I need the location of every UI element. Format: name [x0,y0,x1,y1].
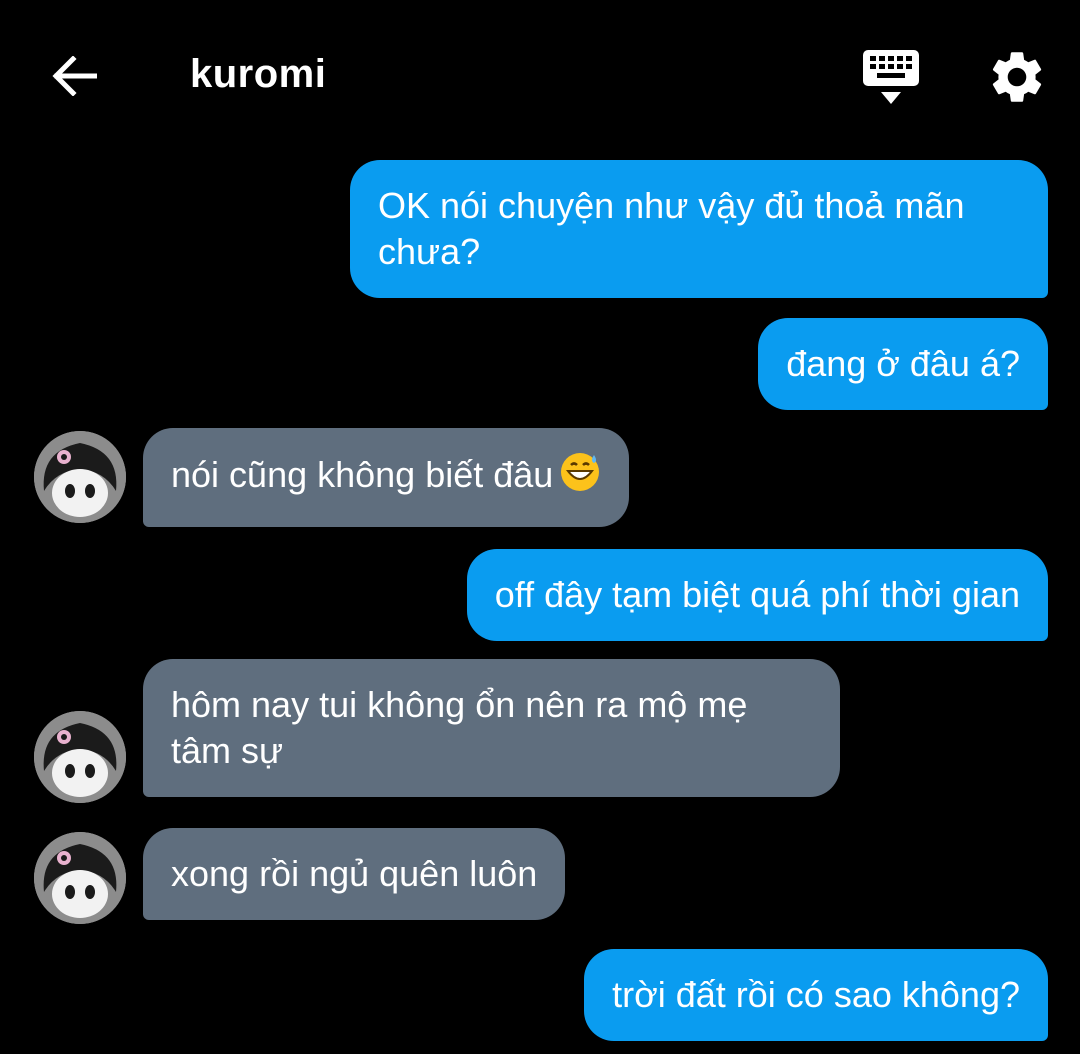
contact-avatar[interactable] [34,832,126,924]
sent-message-bubble[interactable]: đang ở đâu á? [758,318,1048,410]
kuromi-avatar-image [34,711,126,803]
message-text: xong rồi ngủ quên luôn [171,853,538,894]
sent-message-bubble[interactable]: trời đất rồi có sao không? [584,949,1048,1041]
contact-avatar[interactable] [34,431,126,523]
kuromi-avatar-image [34,431,126,523]
message-text: hôm nay tui không ổn nên ra mộ mẹ tâm sự [171,684,748,771]
contact-avatar[interactable] [34,711,126,803]
received-message-bubble[interactable]: nói cũng không biết đâu [143,428,630,527]
message-text: nói cũng không biết đâu [171,454,554,495]
message-text: OK nói chuyện như vậy đủ thoả mãn chưa? [378,185,965,272]
kuromi-avatar-image [34,832,126,924]
sent-message-bubble[interactable]: off đây tạm biệt quá phí thời gian [466,549,1048,641]
sent-message-bubble[interactable]: OK nói chuyện như vậy đủ thoả mãn chưa? [350,160,1048,298]
message-text: trời đất rồi có sao không? [612,974,1020,1015]
message-list[interactable]: OK nói chuyện như vậy đủ thoả mãn chưa? … [0,0,1080,1054]
message-text: đang ở đâu á? [786,343,1020,384]
grinning-face-with-sweat-icon [559,451,601,504]
message-text: off đây tạm biệt quá phí thời gian [494,574,1020,615]
received-message-bubble[interactable]: xong rồi ngủ quên luôn [143,828,566,920]
received-message-bubble[interactable]: hôm nay tui không ổn nên ra mộ mẹ tâm sự [143,659,840,797]
